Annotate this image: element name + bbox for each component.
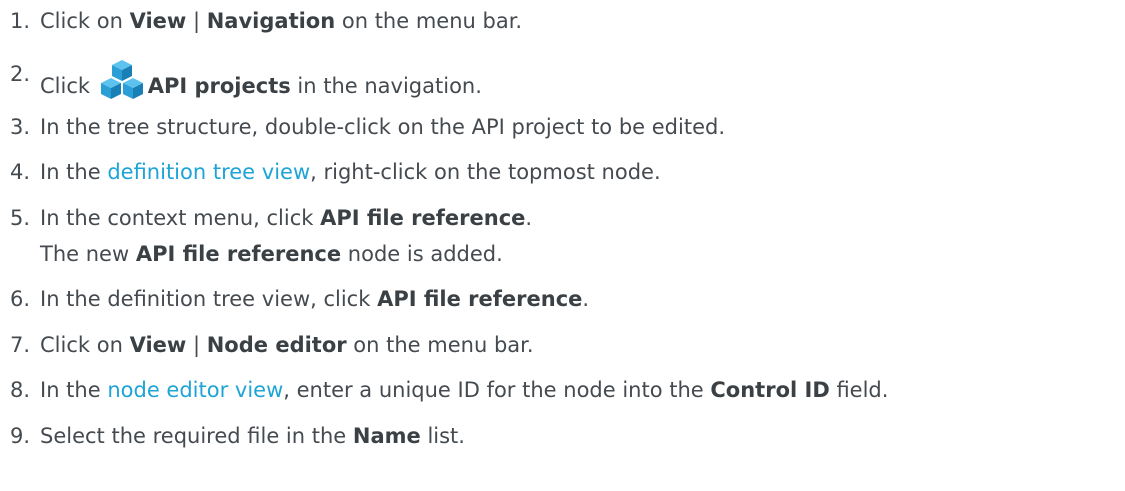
menu-navigation-label: Navigation bbox=[206, 9, 336, 33]
text-fragment: In the bbox=[40, 378, 108, 402]
text-fragment: list. bbox=[420, 424, 465, 448]
text-fragment: , enter a unique ID for the node into th… bbox=[283, 378, 711, 402]
step-number: 5. bbox=[10, 206, 31, 230]
step-text: In the context menu, click API file refe… bbox=[40, 203, 532, 233]
text-fragment: . bbox=[525, 206, 533, 230]
step-number: 3. bbox=[10, 115, 31, 139]
text-fragment: node is added. bbox=[341, 242, 503, 266]
step-number: 1. bbox=[10, 9, 31, 33]
text-fragment: In the definition tree view, click bbox=[40, 287, 378, 311]
text-fragment: in the navigation. bbox=[290, 74, 482, 98]
text-fragment: . bbox=[582, 287, 590, 311]
text-fragment: In the context menu, click bbox=[40, 206, 321, 230]
step-5-result-note: The new API file reference node is added… bbox=[40, 239, 503, 269]
step-number: 4. bbox=[10, 160, 31, 184]
definition-tree-view-link[interactable]: definition tree view bbox=[107, 160, 310, 184]
step-number: 2. bbox=[10, 62, 31, 86]
step-text: Click on View | Node editor on the menu … bbox=[40, 330, 534, 360]
step-number: 7. bbox=[10, 333, 31, 357]
separator: | bbox=[186, 9, 207, 33]
step-text: Click API projects in the navigation. bbox=[40, 59, 482, 101]
step-text: In the node editor view, enter a unique … bbox=[40, 375, 888, 405]
api-file-reference-label: API file reference bbox=[320, 206, 526, 230]
step-text: Click on View | Navigation on the menu b… bbox=[40, 6, 522, 36]
text-fragment: field. bbox=[829, 378, 889, 402]
text-fragment: on the menu bar. bbox=[335, 9, 523, 33]
text-fragment: Click bbox=[40, 74, 97, 98]
control-id-label: Control ID bbox=[710, 378, 830, 402]
menu-node-editor-label: Node editor bbox=[206, 333, 347, 357]
name-list-label: Name bbox=[352, 424, 421, 448]
text-fragment: Click on bbox=[40, 333, 130, 357]
step-text: In the definition tree view, click API f… bbox=[40, 284, 589, 314]
text-fragment: on the menu bar. bbox=[346, 333, 534, 357]
api-file-reference-label: API file reference bbox=[377, 287, 583, 311]
step-number: 8. bbox=[10, 378, 31, 402]
step-number: 6. bbox=[10, 287, 31, 311]
text-fragment: The new bbox=[40, 242, 136, 266]
text-fragment: , right-click on the topmost node. bbox=[310, 160, 661, 184]
text-fragment: Click on bbox=[40, 9, 130, 33]
api-file-reference-label: API file reference bbox=[135, 242, 342, 266]
step-number: 9. bbox=[10, 424, 31, 448]
api-projects-cubes-icon bbox=[100, 60, 143, 99]
menu-view-label: View bbox=[129, 9, 187, 33]
text-fragment: In the bbox=[40, 160, 108, 184]
menu-view-label: View bbox=[129, 333, 187, 357]
separator: | bbox=[186, 333, 207, 357]
step-text: Select the required file in the Name lis… bbox=[40, 421, 465, 451]
node-editor-view-link[interactable]: node editor view bbox=[107, 378, 283, 402]
step-text: In the tree structure, double-click on t… bbox=[40, 115, 725, 139]
text-fragment: Select the required file in the bbox=[40, 424, 353, 448]
step-text: In the definition tree view, right-click… bbox=[40, 157, 661, 187]
instruction-steps: 1. Click on View | Navigation on the men… bbox=[0, 0, 1125, 491]
api-projects-label: API projects bbox=[147, 74, 291, 98]
